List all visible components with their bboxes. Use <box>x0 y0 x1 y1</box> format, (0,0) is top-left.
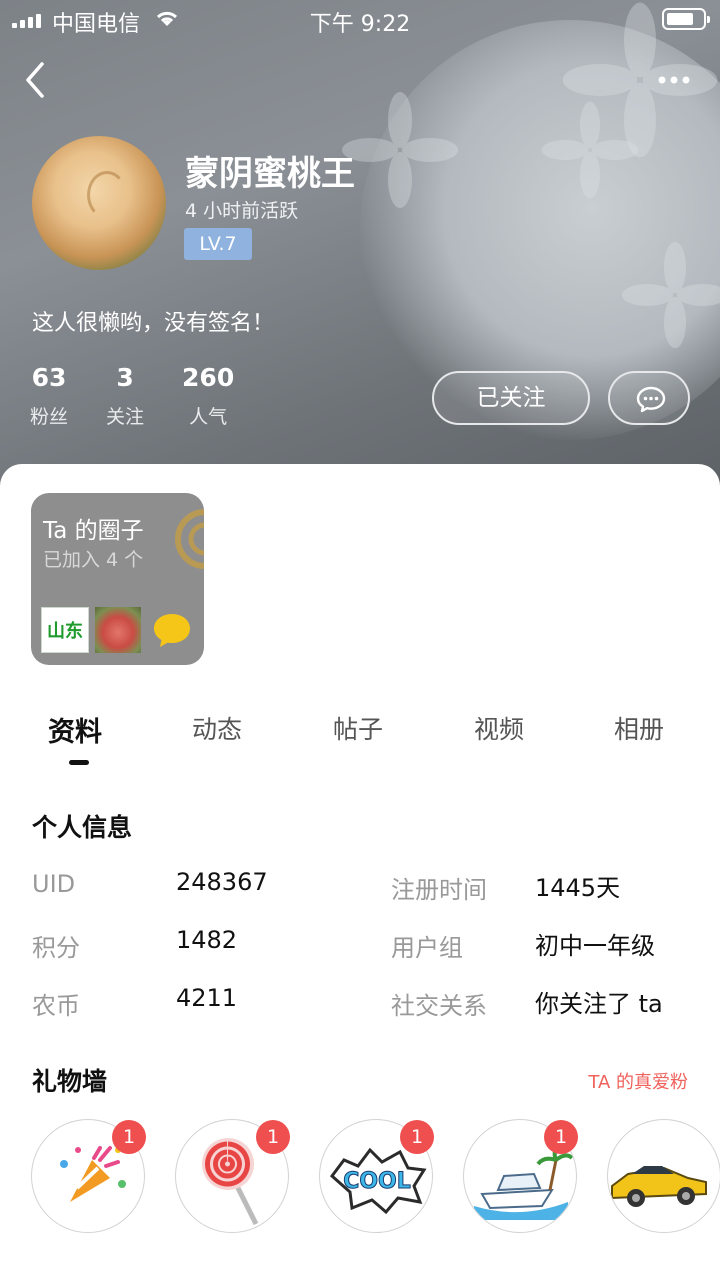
chevron-left-icon <box>26 62 44 98</box>
circle-thumb-apple <box>95 607 141 653</box>
stat-label: 人气 <box>189 406 228 428</box>
gift-wall-title: 礼物墙 <box>32 1067 108 1096</box>
flower-decoration <box>621 241 720 349</box>
flower-decoration <box>541 101 639 199</box>
circle-thumbnails: 山东 <box>41 607 193 653</box>
status-bar: 中国电信 下午 9:22 <box>0 0 720 40</box>
circle-ring-icon <box>175 509 204 569</box>
circles-card[interactable]: Ta 的圈子 已加入 4 个 山东 <box>31 493 204 665</box>
stat-fans[interactable]: 63 粉丝 <box>30 363 68 429</box>
profile-header: 中国电信 下午 9:22 蒙阴蜜桃王 4 小时前活跃 LV.7 这人很懒哟，没有… <box>0 0 720 500</box>
gift-count-badge: 1 <box>544 1120 578 1154</box>
stat-popularity[interactable]: 260 人气 <box>182 363 234 429</box>
info-key-register-time: 注册时间 <box>391 876 487 904</box>
tab-posts[interactable]: 帖子 <box>333 710 383 746</box>
user-name: 蒙阴蜜桃王 <box>185 154 355 194</box>
info-key-relation: 社交关系 <box>391 992 487 1020</box>
gift-sports-car[interactable] <box>607 1119 720 1233</box>
tab-activity[interactable]: 动态 <box>192 710 242 746</box>
last-active-text: 4 小时前活跃 <box>185 200 299 222</box>
more-dots-icon <box>658 76 690 84</box>
stat-following[interactable]: 3 关注 <box>106 363 144 429</box>
tab-videos[interactable]: 视频 <box>474 710 524 746</box>
signature-text: 这人很懒哟，没有签名！ <box>32 311 275 336</box>
profile-tabs: 资料 动态 帖子 视频 相册 <box>0 710 720 770</box>
chat-bubble-icon <box>154 614 190 647</box>
info-key-user-group: 用户组 <box>391 934 463 962</box>
info-value-user-group: 初中一年级 <box>535 932 655 960</box>
stat-label: 粉丝 <box>30 406 69 428</box>
personal-info-title: 个人信息 <box>32 813 133 842</box>
avatar[interactable] <box>32 136 166 270</box>
circle-thumb-shandong: 山东 <box>41 607 89 653</box>
stats-row: 63 粉丝 3 关注 260 人气 <box>30 363 272 429</box>
message-button[interactable] <box>608 371 690 425</box>
stat-label: 关注 <box>106 406 145 428</box>
stat-value: 3 <box>116 363 134 392</box>
circles-subtitle: 已加入 4 个 <box>43 549 144 571</box>
level-badge: LV.7 <box>184 228 252 260</box>
back-button[interactable] <box>20 60 50 100</box>
info-value-points: 1482 <box>176 926 238 954</box>
chat-bubble-icon <box>636 386 666 413</box>
info-key-coins: 农币 <box>32 992 80 1020</box>
info-value-relation: 你关注了 ta <box>535 990 663 1018</box>
flower-decoration <box>342 92 458 208</box>
info-value-uid: 248367 <box>176 868 268 896</box>
true-fans-link[interactable]: TA 的真爱粉 <box>588 1068 688 1094</box>
svg-text:COOL: COOL <box>343 1169 411 1194</box>
stat-value: 63 <box>31 363 67 392</box>
gift-count-badge: 1 <box>400 1120 434 1154</box>
tab-indicator <box>69 760 89 765</box>
gift-count-badge: 1 <box>256 1120 290 1154</box>
circles-title: Ta 的圈子 <box>43 518 144 544</box>
info-key-points: 积分 <box>32 934 80 962</box>
gift-count-badge: 1 <box>112 1120 146 1154</box>
info-value-coins: 4211 <box>176 984 238 1012</box>
next-section-title-clipped: ​ <box>32 1270 232 1280</box>
info-key-uid: UID <box>32 870 76 898</box>
tab-album[interactable]: 相册 <box>614 710 664 746</box>
profile-content-card: Ta 的圈子 已加入 4 个 山东 资料 动态 帖子 视频 相册 个人信息 UI… <box>0 464 720 1280</box>
followed-button[interactable]: 已关注 <box>432 371 590 425</box>
battery-icon <box>662 8 710 30</box>
tab-profile-info[interactable]: 资料 <box>48 710 102 749</box>
stat-value: 260 <box>182 363 235 392</box>
info-value-register-time: 1445天 <box>535 874 621 902</box>
more-options-button[interactable] <box>658 66 690 86</box>
sports-car-icon <box>611 1166 707 1207</box>
clock: 下午 9:22 <box>309 12 411 37</box>
